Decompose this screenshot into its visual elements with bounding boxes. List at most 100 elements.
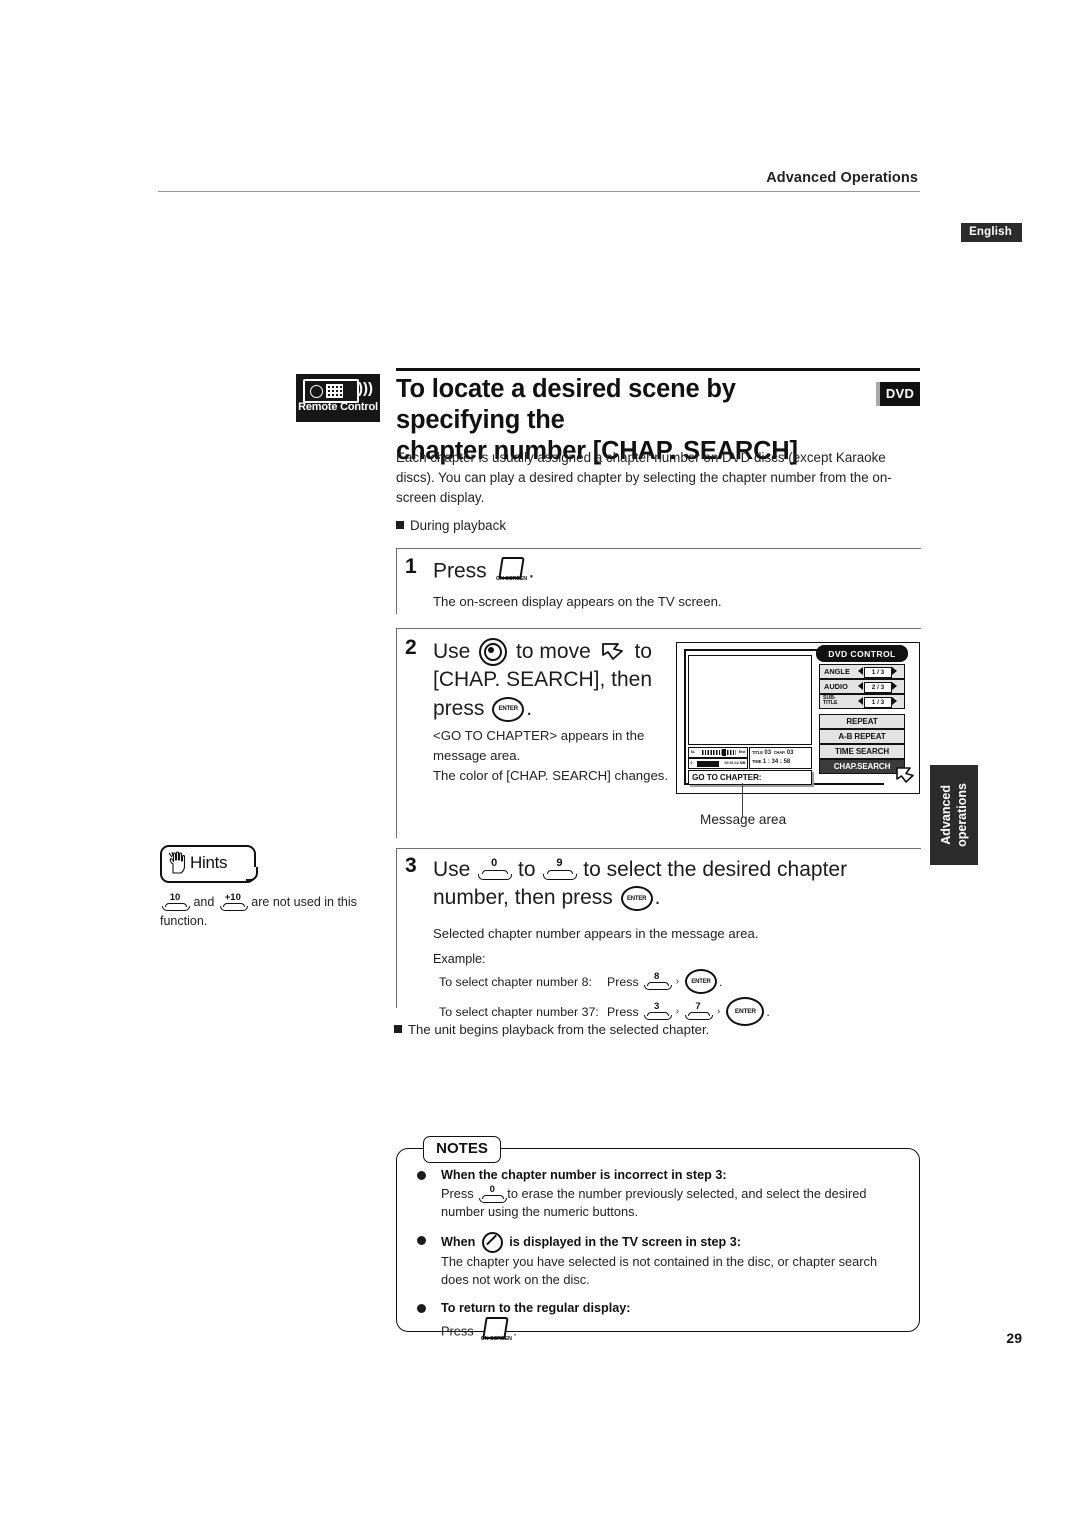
note-item-2: When is displayed in the TV screen in st…: [411, 1231, 907, 1290]
example-1-enter-icon: ENTER: [685, 969, 718, 994]
after-steps-note: The unit begins playback from the select…: [394, 1022, 894, 1037]
note-2-title-pre: When: [441, 1234, 476, 1249]
osd-time-label: TIME: [752, 759, 762, 764]
key-0-bottom-shape: [478, 873, 513, 880]
on-screen-key-label-note: ON SCREEN: [480, 1336, 512, 1343]
example-1-press-word: Press: [607, 974, 639, 989]
osd-audio-right-arrow-icon[interactable]: [892, 682, 897, 690]
enter-key-label: ENTER: [498, 706, 519, 713]
osd-angle-selector[interactable]: ANGLE 1 / 3: [819, 664, 905, 679]
osd-meter-1-left: SL: [690, 750, 696, 754]
osd-chapter-value: 03: [786, 750, 794, 756]
example-1-period: .: [719, 974, 723, 989]
osd-repeat-button[interactable]: REPEAT: [819, 714, 905, 729]
on-screen-button-icon: ON SCREEN: [496, 557, 527, 587]
osd-title-label: TITLE: [752, 750, 763, 755]
step-1-number: 1: [405, 555, 417, 578]
note-1-title: When the chapter number is incorrect in …: [441, 1167, 907, 1185]
hints-badge-tail: [246, 867, 258, 881]
osd-message-text: GO TO CHAPTER:: [692, 772, 762, 782]
osd-video-window: [688, 655, 812, 745]
dvd-disc-badge: DVD: [876, 382, 920, 406]
example-2-arrow-icon-1: ›: [675, 1006, 680, 1017]
step-2-target-text: [CHAP. SEARCH], then press: [433, 668, 653, 720]
step-2-to-word: to: [634, 640, 652, 663]
osd-subtitle-value: 1 / 3: [864, 696, 892, 708]
step-2-use-word: Use: [433, 640, 471, 663]
step-3-press-word: press: [561, 886, 613, 910]
note-3-press-word: Press: [441, 1323, 474, 1339]
during-playback-heading: During playback: [396, 518, 816, 533]
intro-paragraph: Each chapter is usually assigned a chapt…: [396, 450, 892, 506]
key-0-label: 0: [491, 856, 498, 869]
heading-rule: [396, 368, 920, 371]
example-2-period: .: [766, 1004, 770, 1019]
osd-meter-1-bar: [702, 750, 736, 755]
osd-info-row-title: TITLE 03 CHAP. 03: [752, 750, 809, 756]
enter-key-label-step3: ENTER: [626, 895, 647, 902]
osd-chapter-label: CHAP.: [773, 750, 786, 755]
osd-subtitle-left-arrow-icon[interactable]: [858, 697, 863, 705]
note-1-title-text: When the chapter number is incorrect in …: [441, 1168, 723, 1182]
key-10-icon: 10: [162, 893, 190, 912]
key-3-label: 3: [654, 1001, 660, 1012]
pointing-hand-icon: [167, 851, 189, 875]
hints-text: 10 and +10 are not used in this function…: [160, 893, 360, 932]
key-0-icon: 0: [478, 856, 513, 880]
osd-angle-left-arrow-icon[interactable]: [858, 667, 863, 675]
language-badge: English: [961, 223, 1022, 242]
osd-meter-2-right: 00:01:12 MB: [724, 761, 746, 765]
key-0-icon-note: 0: [479, 1184, 508, 1203]
message-area-callout-label: Message area: [700, 812, 787, 827]
osd-subtitle-selector[interactable]: SUB- TITLE 1 / 3: [819, 694, 905, 709]
remote-body-shape: [303, 379, 359, 403]
osd-audio-selector[interactable]: AUDIO 2 / 3: [819, 679, 905, 694]
step-3-examples: Example: To select chapter number 8: Pre…: [433, 952, 903, 1026]
key-plus10-label: +10: [224, 892, 241, 904]
hints-badge: Hints: [160, 845, 258, 883]
note-1-text: Press 0 to erase the number previously s…: [441, 1184, 907, 1222]
square-bullet-icon: [396, 521, 404, 529]
side-tab-advanced-operations: Advanced operations: [930, 765, 978, 865]
key-0-bottom-shape-note: [479, 1197, 508, 1203]
step-3-number: 3: [405, 854, 417, 877]
key-7-label: 7: [695, 1001, 701, 1012]
key-8-icon: 8: [643, 972, 672, 990]
page-number: 29: [1006, 1330, 1022, 1346]
manual-page: Advanced Operations English ))) Remote C…: [0, 0, 1080, 1529]
key-9-bottom-shape: [543, 873, 578, 880]
example-row-1: To select chapter number 8: Press 8 › EN…: [433, 969, 903, 994]
osd-panel-title: DVD CONTROL: [816, 645, 908, 662]
side-tab-inner: Advanced operations: [930, 765, 978, 865]
step-3-to-word: to: [518, 858, 536, 881]
osd-angle-right-arrow-icon[interactable]: [892, 667, 897, 675]
side-tab-line2: operations: [955, 783, 969, 847]
example-2-label: To select chapter number 37:: [439, 1004, 599, 1019]
osd-audio-value: 2 / 3: [864, 681, 892, 693]
osd-time-search-button[interactable]: TIME SEARCH: [819, 744, 905, 759]
osd-ab-repeat-button[interactable]: A-B REPEAT: [819, 729, 905, 744]
osd-info-row-time: TIME 1 : 34 : 58: [752, 759, 809, 765]
osd-subtitle-right-arrow-icon[interactable]: [892, 697, 897, 705]
key-8-bottom-shape: [643, 985, 672, 990]
osd-title-value: 03: [764, 750, 772, 756]
remote-control-label: Remote Control: [298, 401, 378, 413]
step-3-body-1: Selected chapter number appears in the m…: [433, 926, 759, 941]
step-1-rule: [397, 548, 921, 549]
step-1-press-word: Press: [433, 559, 487, 583]
example-1-enter-label: ENTER: [691, 978, 711, 985]
osd-cursor-pointer-icon: [894, 764, 916, 786]
running-header-title: Advanced Operations: [766, 170, 918, 186]
step-1-instruction: Press ON SCREEN .: [433, 557, 534, 587]
osd-subtitle-label: SUB- TITLE: [823, 695, 837, 707]
example-label: Example:: [433, 952, 486, 966]
osd-chap-search-button[interactable]: CHAP.SEARCH: [819, 759, 905, 774]
step-3-use-word: Use: [433, 858, 471, 881]
key-9-label: 9: [556, 856, 563, 869]
step-3-instruction: Use 0 to 9 to select the desired chapter…: [433, 856, 919, 913]
osd-audio-left-arrow-icon[interactable]: [858, 682, 863, 690]
osd-progress-meter-1: SL End: [688, 747, 748, 758]
remote-keypad-icon: [326, 384, 343, 398]
after-steps-text: The unit begins playback from the select…: [408, 1022, 710, 1037]
enter-button-icon: ENTER: [492, 696, 525, 722]
